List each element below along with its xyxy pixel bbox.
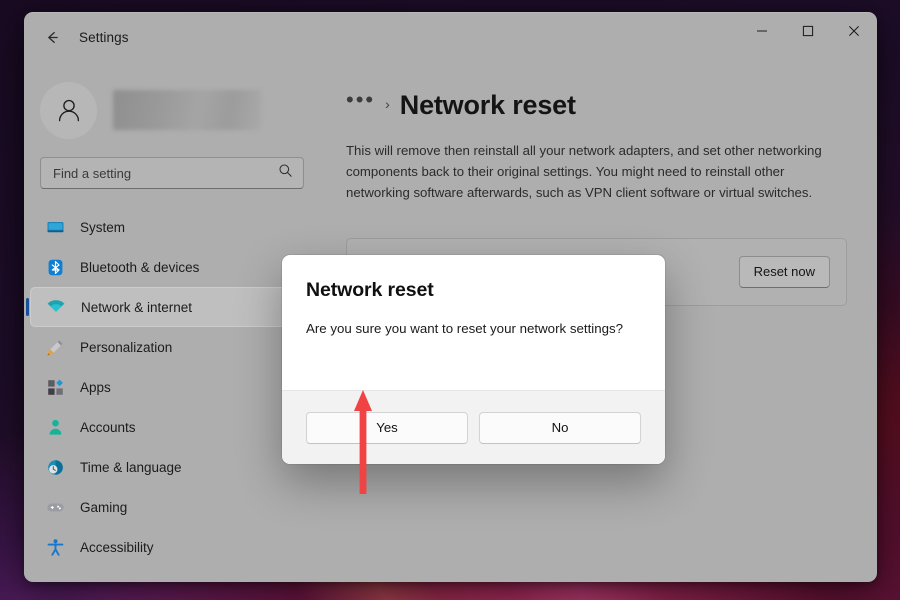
- sidebar-item-label: Accessibility: [80, 539, 154, 555]
- dialog-yes-button[interactable]: Yes: [306, 411, 468, 444]
- desktop-background: Settings Find a setting System Bluetooth…: [0, 0, 900, 600]
- sidebar-item-bluetooth-and-devices[interactable]: Bluetooth & devices: [30, 247, 310, 287]
- sidebar-item-label: Apps: [80, 379, 111, 395]
- reset-now-button[interactable]: Reset now: [738, 255, 830, 288]
- sidebar-item-label: Gaming: [80, 499, 128, 515]
- page-description: This will remove then reinstall all your…: [346, 143, 822, 200]
- breadcrumb-overflow-button[interactable]: •••: [346, 89, 375, 121]
- account-name-redacted: [113, 90, 261, 130]
- sidebar-item-label: Personalization: [80, 339, 173, 355]
- wifi-icon: [45, 296, 67, 318]
- breadcrumb: ••• › Network reset: [346, 83, 847, 127]
- app-title: Settings: [79, 29, 129, 45]
- sidebar-item-apps[interactable]: Apps: [30, 367, 310, 407]
- sidebar-item-label: Accounts: [80, 419, 136, 435]
- dialog-no-button[interactable]: No: [479, 411, 641, 444]
- network-reset-dialog: Network reset Are you sure you want to r…: [282, 255, 665, 464]
- window-controls: [739, 13, 877, 49]
- sidebar-item-label: Network & internet: [81, 299, 193, 315]
- dialog-title: Network reset: [306, 279, 434, 301]
- window-titlebar: Settings: [24, 13, 877, 61]
- back-button[interactable]: [35, 20, 69, 54]
- clock-globe-icon: [44, 456, 66, 478]
- sidebar-item-gaming[interactable]: Gaming: [30, 487, 310, 527]
- minimize-button[interactable]: [739, 13, 785, 49]
- sidebar: System Bluetooth & devices: [24, 61, 337, 582]
- search-box[interactable]: [40, 157, 304, 189]
- monitor-icon: [44, 216, 66, 238]
- sidebar-item-personalization[interactable]: Personalization: [30, 327, 310, 367]
- close-button[interactable]: [831, 13, 877, 49]
- avatar: [40, 81, 97, 139]
- page-title: Network reset: [399, 89, 576, 120]
- settings-window: Settings Find a setting System Bluetooth…: [24, 12, 877, 582]
- sidebar-nav-list: System Bluetooth & devices Network & int…: [24, 207, 320, 567]
- search-icon: [278, 163, 293, 183]
- account-block[interactable]: [24, 67, 320, 143]
- maximize-button[interactable]: [785, 13, 831, 49]
- paintbrush-icon: [44, 336, 66, 358]
- accessibility-person-icon: [44, 536, 66, 558]
- gamepad-icon: [44, 496, 66, 518]
- chevron-right-icon: ›: [385, 96, 390, 112]
- window-content: System Bluetooth & devices: [24, 61, 877, 582]
- dialog-footer: Yes No: [282, 390, 665, 464]
- sidebar-item-network-and-internet[interactable]: Network & internet: [26, 287, 310, 327]
- sidebar-item-accessibility[interactable]: Accessibility: [30, 527, 310, 567]
- sidebar-item-system[interactable]: System: [30, 207, 310, 247]
- sidebar-item-label: Time & language: [80, 459, 182, 475]
- dialog-message: Are you sure you want to reset your netw…: [306, 321, 624, 336]
- sidebar-item-label: Bluetooth & devices: [80, 259, 200, 275]
- person-icon: [44, 416, 66, 438]
- sidebar-item-time-and-language[interactable]: Time & language: [30, 447, 310, 487]
- search-input[interactable]: [53, 165, 278, 181]
- bluetooth-icon: [44, 256, 66, 278]
- apps-grid-icon: [44, 376, 66, 398]
- sidebar-item-accounts[interactable]: Accounts: [30, 407, 310, 447]
- dialog-body: Network reset Are you sure you want to r…: [282, 255, 665, 390]
- sidebar-item-label: System: [80, 219, 126, 235]
